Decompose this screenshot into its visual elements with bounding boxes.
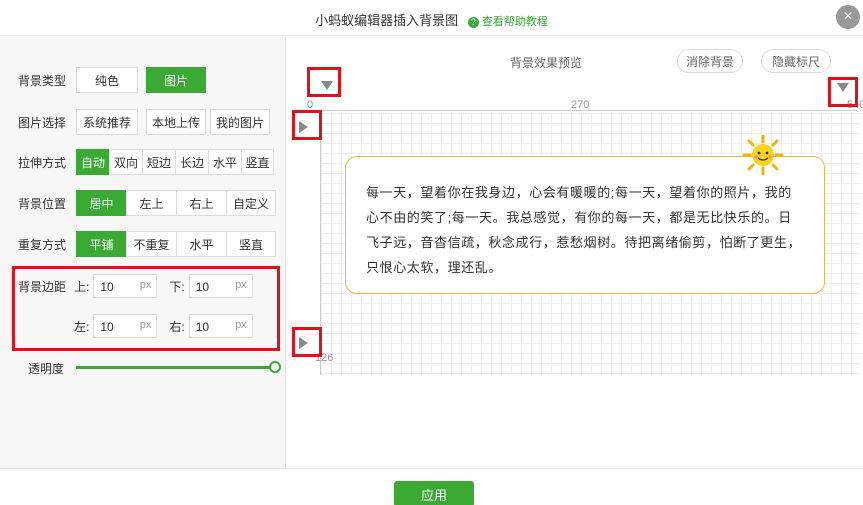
help-circle-icon: ? [467,17,479,28]
position-top-right-button[interactable]: 右上 [176,190,226,216]
image-select-label: 图片选择 [18,115,67,130]
my-images-button[interactable]: 我的图片 [210,109,270,135]
position-custom-button[interactable]: 自定义 [226,190,276,216]
preview-panel: 背景效果预览 消除背景 隐藏标尺 0 270 540 126 每一天，望着你在我… [287,37,863,468]
position-top-left-button[interactable]: 左上 [126,190,176,216]
preview-content-card: 每一天，望着你在我身边，心会有暖暖的;每一天，望着你的照片，我的心不由的笑了;每… [345,156,825,294]
stretch-vertical-button[interactable]: 竖直 [241,149,274,175]
dialog-titlebar: 小蚂蚁编辑器插入背景图 ? 查看帮助教程 × [0,0,863,36]
stretch-auto-button[interactable]: 自动 [76,149,109,175]
local-upload-button[interactable]: 本地上传 [146,109,206,135]
close-icon[interactable]: × [836,5,860,29]
repeat-horizontal-button[interactable]: 水平 [176,231,226,257]
help-link-label: 查看帮助教程 [481,16,548,28]
bg-type-row: 背景类型 纯色 图片 [18,67,210,93]
margin-highlight-box [12,266,280,351]
repeat-none-button[interactable]: 不重复 [126,231,176,257]
stretch-label: 拉伸方式 [18,155,67,170]
stretch-row: 拉伸方式 自动 双向 短边 长边 水平 竖直 [18,149,274,175]
dialog-title-area: 小蚂蚁编辑器插入背景图 ? 查看帮助教程 [0,10,863,29]
preview-content-text: 每一天，望着你在我身边，心会有暖暖的;每一天，望着你的照片，我的心不由的笑了;每… [366,185,802,275]
opacity-slider-handle[interactable] [269,361,281,373]
ruler-h-mid: 270 [571,99,590,111]
settings-panel: 背景类型 纯色 图片 图片选择 系统推荐 本地上传 我的图片 拉伸方式 自动 双… [0,37,286,468]
stretch-segment: 自动 双向 短边 长边 水平 竖直 [76,149,274,175]
dialog-title: 小蚂蚁编辑器插入背景图 [315,13,459,28]
hide-ruler-button[interactable]: 隐藏标尺 [761,49,831,73]
position-row: 背景位置 居中 左上 右上 自定义 [18,190,276,216]
apply-button[interactable]: 应用 [394,481,474,505]
bg-type-label: 背景类型 [18,73,67,88]
position-segment: 居中 左上 右上 自定义 [76,190,276,216]
clear-background-button[interactable]: 消除背景 [677,49,743,73]
sun-decoration-icon [742,134,784,176]
preview-title: 背景效果预览 [510,56,583,70]
help-link[interactable]: ? 查看帮助教程 [467,16,548,28]
position-center-button[interactable]: 居中 [76,190,126,216]
image-select-row: 图片选择 系统推荐 本地上传 我的图片 [18,109,274,135]
stretch-both-button[interactable]: 双向 [109,149,142,175]
repeat-row: 重复方式 平铺 不重复 水平 竖直 [18,231,276,257]
dialog-footer: 应用 [0,468,863,505]
opacity-slider[interactable] [76,361,281,373]
repeat-label: 重复方式 [18,237,67,252]
bg-type-image-button[interactable]: 图片 [146,67,206,93]
stretch-short-button[interactable]: 短边 [142,149,175,175]
ruler-left-marker-icon[interactable] [321,81,333,91]
ruler-bottom-marker-icon[interactable] [299,337,309,349]
system-recommend-button[interactable]: 系统推荐 [76,109,138,135]
bg-type-solid-button[interactable]: 纯色 [76,67,138,93]
ruler-right-marker-icon[interactable] [837,83,849,93]
ruler-top-marker-icon[interactable] [299,121,309,133]
stretch-horizontal-button[interactable]: 水平 [208,149,241,175]
repeat-segment: 平铺 不重复 水平 竖直 [76,231,276,257]
repeat-tile-button[interactable]: 平铺 [76,231,126,257]
position-label: 背景位置 [18,196,67,211]
repeat-vertical-button[interactable]: 竖直 [226,231,276,257]
stretch-long-button[interactable]: 长边 [175,149,208,175]
